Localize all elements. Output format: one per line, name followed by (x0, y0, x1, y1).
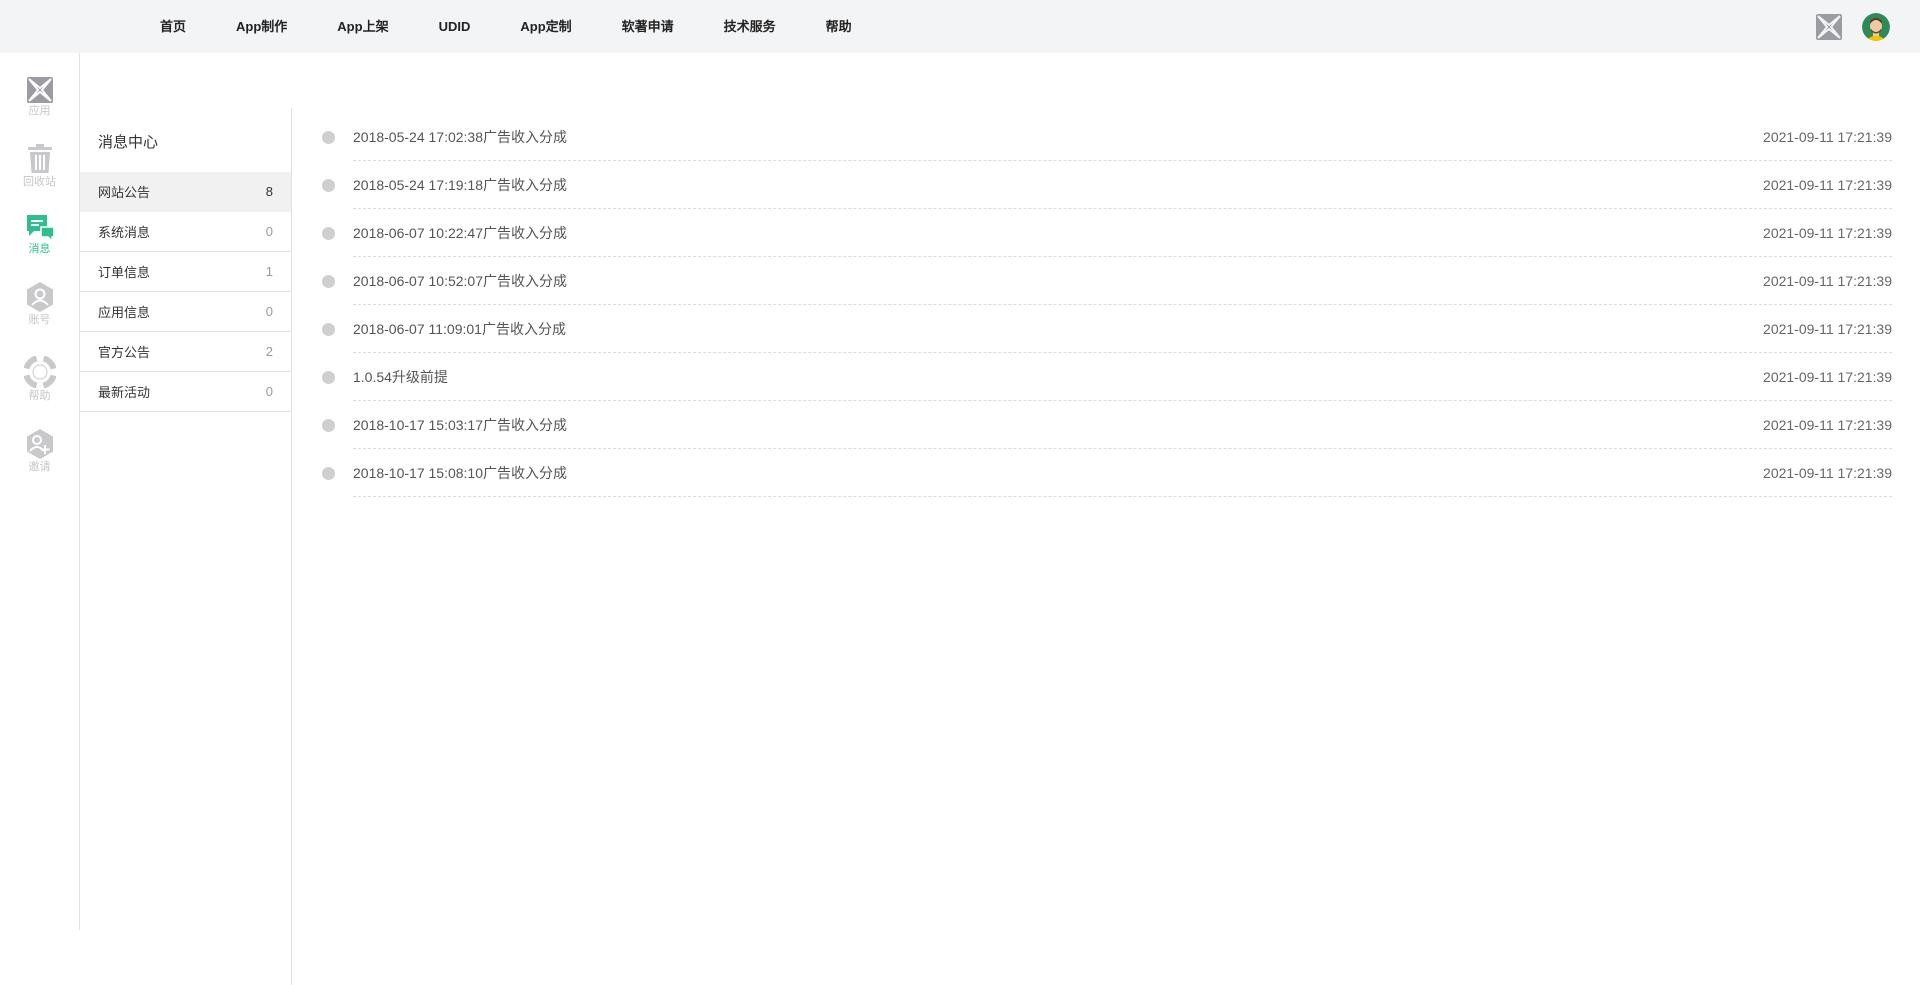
category-name: 官方公告 (98, 345, 151, 360)
rail-item-apps[interactable]: 应用 (0, 77, 79, 118)
category-item-system[interactable]: 系统消息 0 (80, 212, 291, 252)
rail-item-recycle[interactable]: 回收站 (0, 144, 79, 189)
account-icon (0, 282, 79, 312)
category-item-official[interactable]: 官方公告 2 (80, 332, 291, 372)
rail-item-account[interactable]: 账号 (0, 282, 79, 327)
category-name: 应用信息 (98, 305, 151, 320)
message-body: 1.0.54升级前提 2021-09-11 17:21:39 (353, 353, 1892, 401)
unread-dot-icon (322, 467, 335, 480)
rail-label-messages: 消息 (28, 243, 51, 255)
rail-label-invite: 邀请 (28, 461, 51, 473)
app-grid-icon[interactable] (1816, 14, 1842, 40)
message-body: 2018-05-24 17:02:38广告收入分成 2021-09-11 17:… (353, 113, 1892, 161)
message-body: 2018-06-07 10:22:47广告收入分成 2021-09-11 17:… (353, 209, 1892, 257)
list-item[interactable]: 1.0.54升级前提 2021-09-11 17:21:39 (320, 353, 1892, 401)
category-list: 网站公告 8 系统消息 0 订单信息 1 应用信息 0 官方公告 2 最新活动 … (80, 172, 291, 412)
top-navbar: 首页 App制作 App上架 UDID App定制 软著申请 技术服务 帮助 (0, 0, 1920, 53)
list-item[interactable]: 2018-06-07 10:22:47广告收入分成 2021-09-11 17:… (320, 209, 1892, 257)
message-body: 2018-06-07 11:09:01广告收入分成 2021-09-11 17:… (353, 305, 1892, 353)
category-item-orders[interactable]: 订单信息 1 (80, 252, 291, 292)
message-time: 2021-09-11 17:21:39 (1763, 416, 1892, 433)
unread-dot-icon (322, 227, 335, 240)
message-body: 2018-06-07 10:52:07广告收入分成 2021-09-11 17:… (353, 257, 1892, 305)
list-item[interactable]: 2018-06-07 11:09:01广告收入分成 2021-09-11 17:… (320, 305, 1892, 353)
list-item[interactable]: 2018-05-24 17:02:38广告收入分成 2021-09-11 17:… (320, 113, 1892, 161)
list-item[interactable]: 2018-10-17 15:03:17广告收入分成 2021-09-11 17:… (320, 401, 1892, 449)
main-nav: 首页 App制作 App上架 UDID App定制 软著申请 技术服务 帮助 (135, 0, 877, 53)
message-title[interactable]: 2018-10-17 15:08:10广告收入分成 (353, 463, 567, 483)
message-title[interactable]: 2018-10-17 15:03:17广告收入分成 (353, 415, 567, 435)
message-title[interactable]: 1.0.54升级前提 (353, 367, 448, 387)
category-count: 0 (265, 224, 273, 239)
message-time: 2021-09-11 17:21:39 (1763, 128, 1892, 145)
category-item-apps[interactable]: 应用信息 0 (80, 292, 291, 332)
trash-icon (0, 144, 79, 174)
category-count: 0 (265, 384, 273, 399)
unread-dot-icon (322, 371, 335, 384)
message-time: 2021-09-11 17:21:39 (1763, 272, 1892, 289)
nav-app-make[interactable]: App制作 (211, 0, 312, 53)
category-count: 2 (265, 344, 273, 359)
category-name: 订单信息 (98, 265, 151, 280)
category-count: 0 (265, 304, 273, 319)
message-list: 2018-05-24 17:02:38广告收入分成 2021-09-11 17:… (320, 113, 1892, 497)
category-count: 8 (265, 184, 273, 199)
nav-app-publish[interactable]: App上架 (312, 0, 413, 53)
message-icon (0, 213, 79, 241)
category-count: 1 (265, 264, 273, 279)
category-item-activities[interactable]: 最新活动 0 (80, 372, 291, 412)
message-time: 2021-09-11 17:21:39 (1763, 368, 1892, 385)
message-center-title: 消息中心 (98, 134, 159, 151)
lifebuoy-icon (0, 356, 79, 388)
message-time: 2021-09-11 17:21:39 (1763, 320, 1892, 337)
side-rail: 应用 回收站 消息 账号 帮助 邀请 (0, 53, 80, 930)
unread-dot-icon (322, 275, 335, 288)
nav-help[interactable]: 帮助 (801, 0, 877, 53)
unread-dot-icon (322, 131, 335, 144)
message-time: 2021-09-11 17:21:39 (1763, 176, 1892, 193)
grid-icon (0, 77, 79, 103)
invite-icon (0, 429, 79, 459)
user-avatar[interactable] (1862, 13, 1890, 41)
message-time: 2021-09-11 17:21:39 (1763, 464, 1892, 481)
message-title[interactable]: 2018-05-24 17:02:38广告收入分成 (353, 127, 567, 147)
category-name: 系统消息 (98, 225, 151, 240)
nav-copyright[interactable]: 软著申请 (597, 0, 699, 53)
message-time: 2021-09-11 17:21:39 (1763, 224, 1892, 241)
message-body: 2018-05-24 17:19:18广告收入分成 2021-09-11 17:… (353, 161, 1892, 209)
nav-app-custom[interactable]: App定制 (495, 0, 596, 53)
rail-label-apps: 应用 (28, 105, 51, 117)
nav-home[interactable]: 首页 (135, 0, 211, 53)
message-body: 2018-10-17 15:08:10广告收入分成 2021-09-11 17:… (353, 449, 1892, 497)
rail-item-invite[interactable]: 邀请 (0, 429, 79, 474)
unread-dot-icon (322, 419, 335, 432)
message-body: 2018-10-17 15:03:17广告收入分成 2021-09-11 17:… (353, 401, 1892, 449)
rail-item-messages[interactable]: 消息 (0, 213, 79, 256)
message-title[interactable]: 2018-06-07 10:22:47广告收入分成 (353, 223, 567, 243)
nav-tech-service[interactable]: 技术服务 (699, 0, 801, 53)
rail-label-recycle: 回收站 (23, 176, 56, 188)
message-title[interactable]: 2018-05-24 17:19:18广告收入分成 (353, 175, 567, 195)
message-title[interactable]: 2018-06-07 11:09:01广告收入分成 (353, 319, 566, 339)
rail-label-help: 帮助 (28, 390, 51, 402)
top-right-actions (1816, 13, 1890, 41)
list-item[interactable]: 2018-05-24 17:19:18广告收入分成 2021-09-11 17:… (320, 161, 1892, 209)
message-title[interactable]: 2018-06-07 10:52:07广告收入分成 (353, 271, 567, 291)
category-name: 最新活动 (98, 385, 151, 400)
rail-label-account: 账号 (28, 314, 51, 326)
list-item[interactable]: 2018-10-17 15:08:10广告收入分成 2021-09-11 17:… (320, 449, 1892, 497)
message-category-panel: 消息中心 网站公告 8 系统消息 0 订单信息 1 应用信息 0 官方公告 2 … (80, 108, 292, 985)
category-item-site-notice[interactable]: 网站公告 8 (80, 172, 291, 212)
nav-udid[interactable]: UDID (414, 0, 496, 53)
category-name: 网站公告 (98, 185, 151, 200)
unread-dot-icon (322, 323, 335, 336)
list-item[interactable]: 2018-06-07 10:52:07广告收入分成 2021-09-11 17:… (320, 257, 1892, 305)
rail-item-help[interactable]: 帮助 (0, 356, 79, 403)
unread-dot-icon (322, 179, 335, 192)
